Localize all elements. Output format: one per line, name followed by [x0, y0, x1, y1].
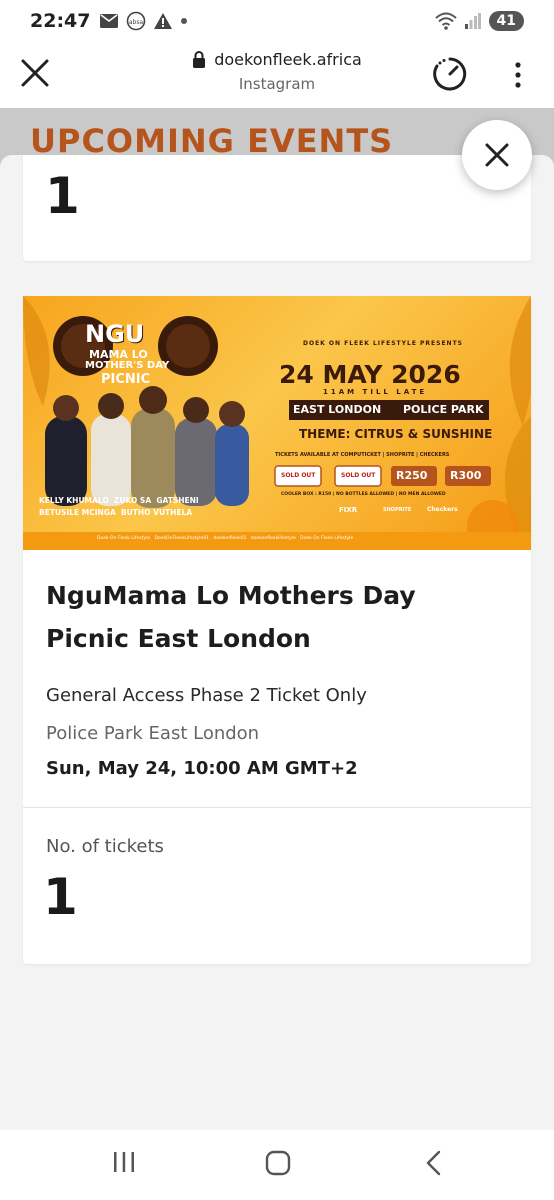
banner-presenter: DOEK ON FLEEK LIFESTYLE PRESENTS [303, 340, 463, 347]
banner-tickets-line: TICKETS AVAILABLE AT COMPUTICKET | SHOPR… [275, 452, 450, 458]
status-system-icons: 41 [434, 11, 524, 31]
url-domain-row: doekonfleek.africa [192, 50, 362, 69]
banner-artists-row1: KELLY KHUMALO ZUKO SA GATSHENI [39, 496, 199, 505]
banner-sponsor-2: SHOPRITE [383, 507, 412, 513]
banner-logo-line3: MOTHER'S DAY [85, 360, 170, 371]
browser-toolbar: doekonfleek.africa Instagram [0, 42, 554, 108]
status-time: 22:47 [30, 10, 91, 32]
banner-date: 24 MAY 2026 [279, 360, 461, 389]
banner-price-1: R250 [396, 469, 428, 482]
banner-sold-out-2: SOLD OUT [341, 472, 376, 479]
tickets-quantity: 1 [43, 868, 78, 926]
previous-ticket-card: 1 [23, 155, 531, 261]
banner-socials: Doek On Fleek Lifestyle DoekOnFleekLifes… [97, 536, 354, 541]
event-banner: NGU MAMA LO MOTHER'S DAY PICNIC DOEK ON … [23, 296, 531, 550]
event-title: NguMama Lo Mothers Day Picnic East Londo… [46, 581, 416, 653]
back-icon [426, 1150, 441, 1176]
recent-apps-button[interactable] [112, 1150, 136, 1178]
artist-photos [45, 386, 249, 508]
lock-icon [193, 51, 206, 68]
banner-city: EAST LONDON [293, 403, 382, 416]
banner-logo-line4: PICNIC [101, 372, 151, 387]
status-notification-icons: absa [100, 11, 188, 31]
more-vert-icon [515, 62, 521, 88]
mail-icon [100, 14, 119, 28]
battery-badge: 41 [488, 11, 524, 31]
banner-sponsor-3: Checkers [427, 506, 458, 513]
home-icon [265, 1150, 291, 1176]
banner-artists-row2: BETUSILE MCINGA BUTHO VUTHELA [39, 508, 193, 517]
banner-sponsor-1: FIXR [339, 506, 358, 514]
ticket-type: General Access Phase 2 Ticket Only [46, 685, 367, 706]
timer-icon [433, 57, 467, 91]
back-button[interactable] [424, 1150, 444, 1180]
more-options-button[interactable] [508, 60, 528, 90]
url-subtitle: Instagram [238, 75, 316, 93]
banner-rules: COOLER BOX : R150 | NO BOTTLES ALLOWED |… [281, 492, 446, 497]
svg-text:absa: absa [129, 19, 144, 26]
banner-theme: THEME: CITRUS & SUNSHINE [299, 427, 493, 441]
banner-price-2: R300 [450, 469, 482, 482]
dot-icon [181, 18, 188, 24]
tickets-quantity-label: No. of tickets [46, 836, 164, 857]
banner-logo-line1: NGU [85, 320, 145, 348]
event-venue: Police Park East London [46, 723, 260, 744]
banner-time: 11AM TILL LATE [323, 388, 428, 396]
warning-icon [154, 13, 173, 29]
banner-venue: POLICE PARK [403, 403, 484, 416]
page-timer-button[interactable] [432, 56, 468, 92]
system-nav-bar [0, 1130, 554, 1200]
banner-sold-out-1: SOLD OUT [281, 472, 316, 479]
ticket-quantity: 1 [45, 167, 80, 225]
url-domain: doekonfleek.africa [214, 50, 362, 69]
modal-close-button[interactable] [462, 120, 532, 190]
wifi-icon [434, 12, 457, 30]
recent-apps-icon [114, 1152, 134, 1172]
close-icon [485, 143, 509, 167]
card-divider [23, 807, 531, 808]
absa-icon: absa [127, 11, 146, 31]
signal-icon [464, 13, 481, 29]
event-ticket-card: NGU MAMA LO MOTHER'S DAY PICNIC DOEK ON … [23, 296, 531, 964]
status-bar: 22:47 absa 41 [0, 0, 554, 42]
url-area[interactable]: doekonfleek.africa Instagram [0, 50, 554, 93]
home-button[interactable] [265, 1150, 291, 1180]
event-datetime: Sun, May 24, 10:00 AM GMT+2 [46, 758, 358, 779]
